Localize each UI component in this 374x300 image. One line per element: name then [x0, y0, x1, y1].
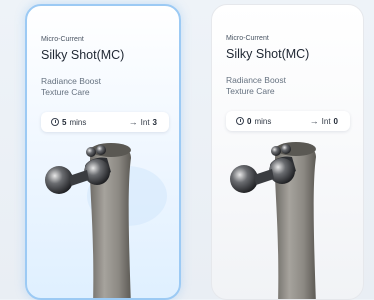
- duration-unit: mins: [254, 116, 272, 126]
- device-image: [45, 143, 167, 298]
- card-category: Micro-Current: [41, 36, 84, 43]
- description-line: Radiance Boost: [41, 76, 102, 86]
- clock-icon: [236, 117, 244, 125]
- arrow-right-icon: →: [309, 116, 319, 126]
- intensity-setting: → Int 0: [310, 116, 338, 126]
- description-line: Texture Care: [226, 86, 275, 96]
- intensity-value: 0: [333, 116, 338, 126]
- intensity-label: Int: [140, 117, 150, 127]
- intensity-value: 3: [152, 117, 157, 127]
- device-image: [230, 142, 316, 299]
- card-title: Silky Shot(MC): [41, 48, 125, 62]
- mode-card-silky-shot[interactable]: Micro-Current Silky Shot(MC) Radiance Bo…: [211, 4, 364, 300]
- intensity-setting: → Int 3: [129, 117, 157, 127]
- description-line: Radiance Boost: [226, 75, 287, 85]
- intensity-label: Int: [321, 116, 331, 126]
- settings-chip: 5 mins → Int 3: [41, 112, 169, 132]
- duration-unit: mins: [69, 117, 87, 127]
- arrow-right-icon: →: [128, 117, 138, 127]
- card-title: Silky Shot(MC): [226, 47, 310, 61]
- clock-icon: [51, 118, 59, 126]
- card-description: Radiance Boost Texture Care: [41, 76, 101, 98]
- duration-value: 0: [247, 116, 252, 126]
- description-line: Texture Care: [41, 87, 90, 97]
- duration-setting: 5 mins: [51, 118, 86, 127]
- card-description: Radiance Boost Texture Care: [226, 75, 286, 97]
- card-category: Micro-Current: [226, 35, 269, 42]
- duration-setting: 0 mins: [236, 117, 271, 126]
- mode-card-silky-shot-selected[interactable]: Micro-Current Silky Shot(MC) Radiance Bo…: [25, 4, 181, 300]
- duration-value: 5: [62, 117, 67, 127]
- settings-chip: 0 mins → Int 0: [226, 111, 350, 131]
